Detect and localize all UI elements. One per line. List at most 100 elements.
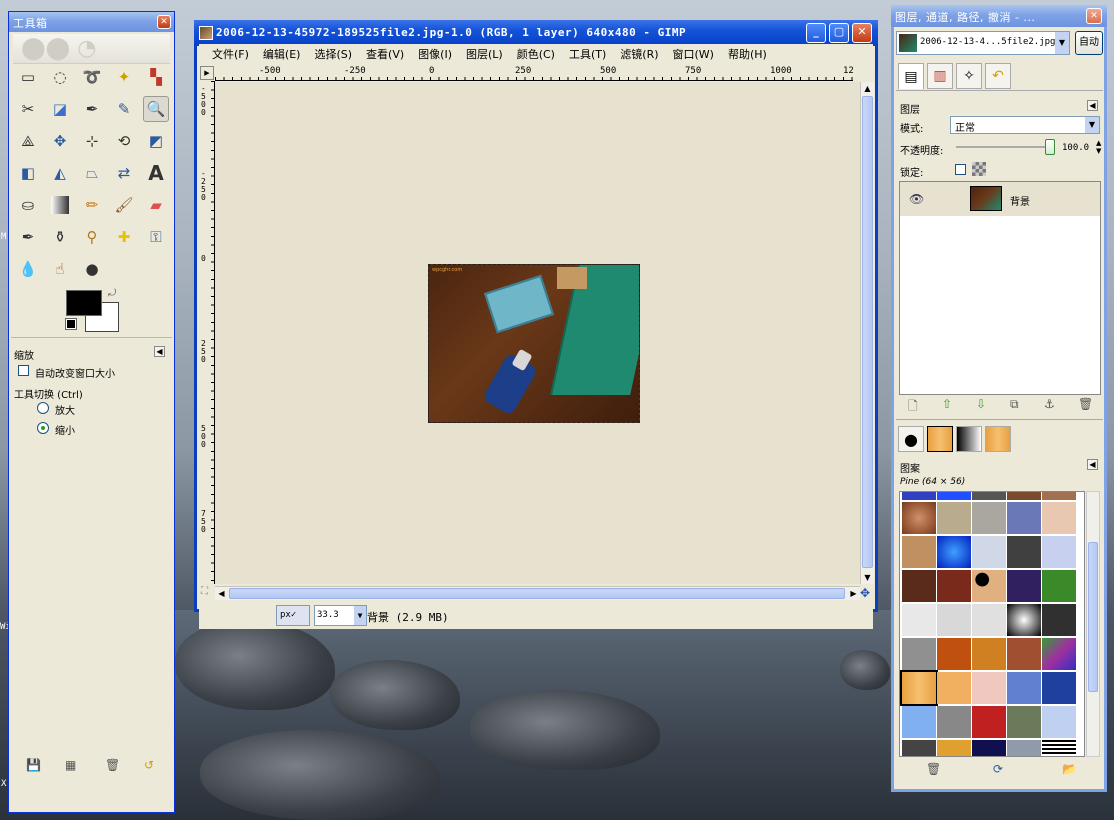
pattern-swatch[interactable]: [972, 706, 1006, 738]
anchor-layer-icon[interactable]: ⚓: [1044, 397, 1055, 411]
pattern-swatch[interactable]: [902, 706, 936, 738]
quick-mask-corner-button[interactable]: ▶: [200, 66, 214, 80]
pattern-swatch[interactable]: [937, 706, 971, 738]
pattern-swatch[interactable]: [937, 502, 971, 534]
mode-select[interactable]: 正常 ▼: [950, 116, 1100, 134]
pattern-swatch[interactable]: [972, 502, 1006, 534]
open-folder-icon[interactable]: 📂: [1062, 762, 1077, 776]
gradient-icon[interactable]: [51, 196, 69, 214]
pattern-swatch[interactable]: [972, 740, 1006, 756]
pattern-swatch[interactable]: [937, 638, 971, 670]
pattern-swatch[interactable]: [1007, 672, 1041, 704]
zoom-fit-icon[interactable]: ⛶: [201, 586, 208, 597]
tab-gradients[interactable]: [956, 426, 982, 452]
new-layer-icon[interactable]: 🗋: [908, 397, 918, 418]
close-button[interactable]: ✕: [852, 23, 872, 43]
pattern-swatch[interactable]: [1007, 570, 1041, 602]
menu-view[interactable]: 查看(V): [359, 46, 411, 62]
raise-layer-icon[interactable]: ⇧: [942, 397, 952, 411]
pattern-swatch[interactable]: [902, 604, 936, 636]
pattern-swatch[interactable]: [902, 740, 936, 756]
zoom-out-radio[interactable]: [37, 422, 49, 434]
pattern-swatch[interactable]: [1007, 536, 1041, 568]
menu-edit[interactable]: 编辑(E): [256, 46, 308, 62]
scroll-left-arrow[interactable]: ◀: [215, 587, 228, 600]
perspective-clone-icon[interactable]: ⚿: [143, 224, 169, 250]
delete-layer-icon[interactable]: 🗑: [1078, 397, 1093, 411]
maximize-button[interactable]: ▢: [829, 23, 849, 43]
menu-filters[interactable]: 滤镜(R): [613, 46, 665, 62]
ellipse-select-icon[interactable]: ◌: [47, 64, 73, 90]
tab-paths[interactable]: ✧: [956, 63, 982, 89]
tab-patterns[interactable]: [927, 426, 953, 452]
clone-icon[interactable]: ⚲: [79, 224, 105, 250]
pattern-swatch[interactable]: [1042, 570, 1076, 602]
minimize-button[interactable]: _: [806, 23, 826, 43]
scroll-thumb[interactable]: [862, 96, 873, 568]
color-picker-icon[interactable]: ✎: [111, 96, 137, 122]
flip-icon[interactable]: ⏢: [79, 160, 105, 186]
reset-options-icon[interactable]: ↺: [144, 758, 154, 772]
scroll-right-arrow[interactable]: ▶: [847, 587, 860, 600]
menu-image[interactable]: 图像(I): [411, 46, 459, 62]
text-icon[interactable]: A: [143, 160, 169, 186]
opacity-spin-arrows[interactable]: ▲ ▼: [1096, 139, 1101, 155]
crop-icon[interactable]: ⊹: [79, 128, 105, 154]
lower-layer-icon[interactable]: ⇩: [976, 397, 986, 411]
measure-icon[interactable]: ⟁: [15, 128, 41, 154]
image-canvas[interactable]: wpcghr.com: [215, 82, 860, 584]
image-titlebar[interactable]: 2006-12-13-45972-189525file2.jpg-1.0 (RG…: [194, 20, 878, 46]
rect-select-icon[interactable]: ▭: [15, 64, 41, 90]
pattern-swatch[interactable]: [902, 502, 936, 534]
panel-menu-button[interactable]: ◀: [1087, 459, 1098, 470]
layer-list[interactable]: 👁 背景: [899, 181, 1101, 395]
tab-brushes[interactable]: ●: [898, 426, 924, 452]
lasso-select-icon[interactable]: ➰: [79, 64, 105, 90]
shear-icon[interactable]: ◧: [15, 160, 41, 186]
perspective-icon[interactable]: ◭: [47, 160, 73, 186]
zoom-in-radio[interactable]: [37, 402, 49, 414]
scale-icon[interactable]: ◩: [143, 128, 169, 154]
unit-select[interactable]: px✓: [276, 605, 310, 626]
delete-options-icon[interactable]: 🗑: [105, 758, 120, 772]
pattern-swatch[interactable]: [972, 570, 1006, 602]
panel-menu-button[interactable]: ◀: [154, 346, 165, 357]
scroll-thumb[interactable]: [229, 588, 845, 599]
pattern-swatch[interactable]: [972, 638, 1006, 670]
paintbrush-icon[interactable]: 🖌: [111, 192, 137, 218]
pattern-swatch-selected[interactable]: [900, 670, 938, 706]
pattern-swatch[interactable]: [1007, 492, 1041, 500]
pattern-swatch[interactable]: [972, 604, 1006, 636]
dock-titlebar[interactable]: 图层, 通道, 路径, 撤消 - ... ✕: [891, 5, 1107, 27]
pattern-swatch[interactable]: [937, 740, 971, 756]
zoom-select[interactable]: 33.3 ▼: [314, 605, 367, 626]
lock-pixels-checkbox[interactable]: [955, 164, 966, 175]
swap-colors-icon[interactable]: ⤾: [108, 288, 116, 299]
default-colors-icon[interactable]: [65, 318, 77, 330]
pattern-swatch[interactable]: [1007, 740, 1041, 756]
pattern-swatch[interactable]: [902, 638, 936, 670]
eye-icon[interactable]: 👁: [909, 192, 924, 206]
menu-help[interactable]: 帮助(H): [721, 46, 774, 62]
image-photo[interactable]: wpcghr.com: [428, 264, 640, 423]
pattern-scrollbar[interactable]: [1086, 491, 1100, 757]
menu-select[interactable]: 选择(S): [307, 46, 359, 62]
move-icon[interactable]: ✥: [47, 128, 73, 154]
tab-layers[interactable]: ▤: [898, 63, 924, 89]
navigate-icon[interactable]: ✥: [860, 586, 870, 600]
rotate-icon[interactable]: ⟲: [111, 128, 137, 154]
eraser-icon[interactable]: ▰: [143, 192, 169, 218]
pattern-swatch[interactable]: [1042, 740, 1076, 756]
heal-icon[interactable]: ✚: [111, 224, 137, 250]
auto-button[interactable]: 自动: [1075, 31, 1103, 55]
pattern-swatch[interactable]: [1042, 502, 1076, 534]
menu-file[interactable]: 文件(F): [205, 46, 256, 62]
pattern-grid[interactable]: [899, 491, 1085, 757]
align-icon[interactable]: ⇄: [111, 160, 137, 186]
paths-icon[interactable]: ✒: [79, 96, 105, 122]
menu-windows[interactable]: 窗口(W): [666, 46, 721, 62]
tab-fonts[interactable]: [985, 426, 1011, 452]
menu-tools[interactable]: 工具(T): [562, 46, 613, 62]
opacity-slider-thumb[interactable]: [1045, 139, 1055, 155]
pattern-swatch[interactable]: [937, 570, 971, 602]
